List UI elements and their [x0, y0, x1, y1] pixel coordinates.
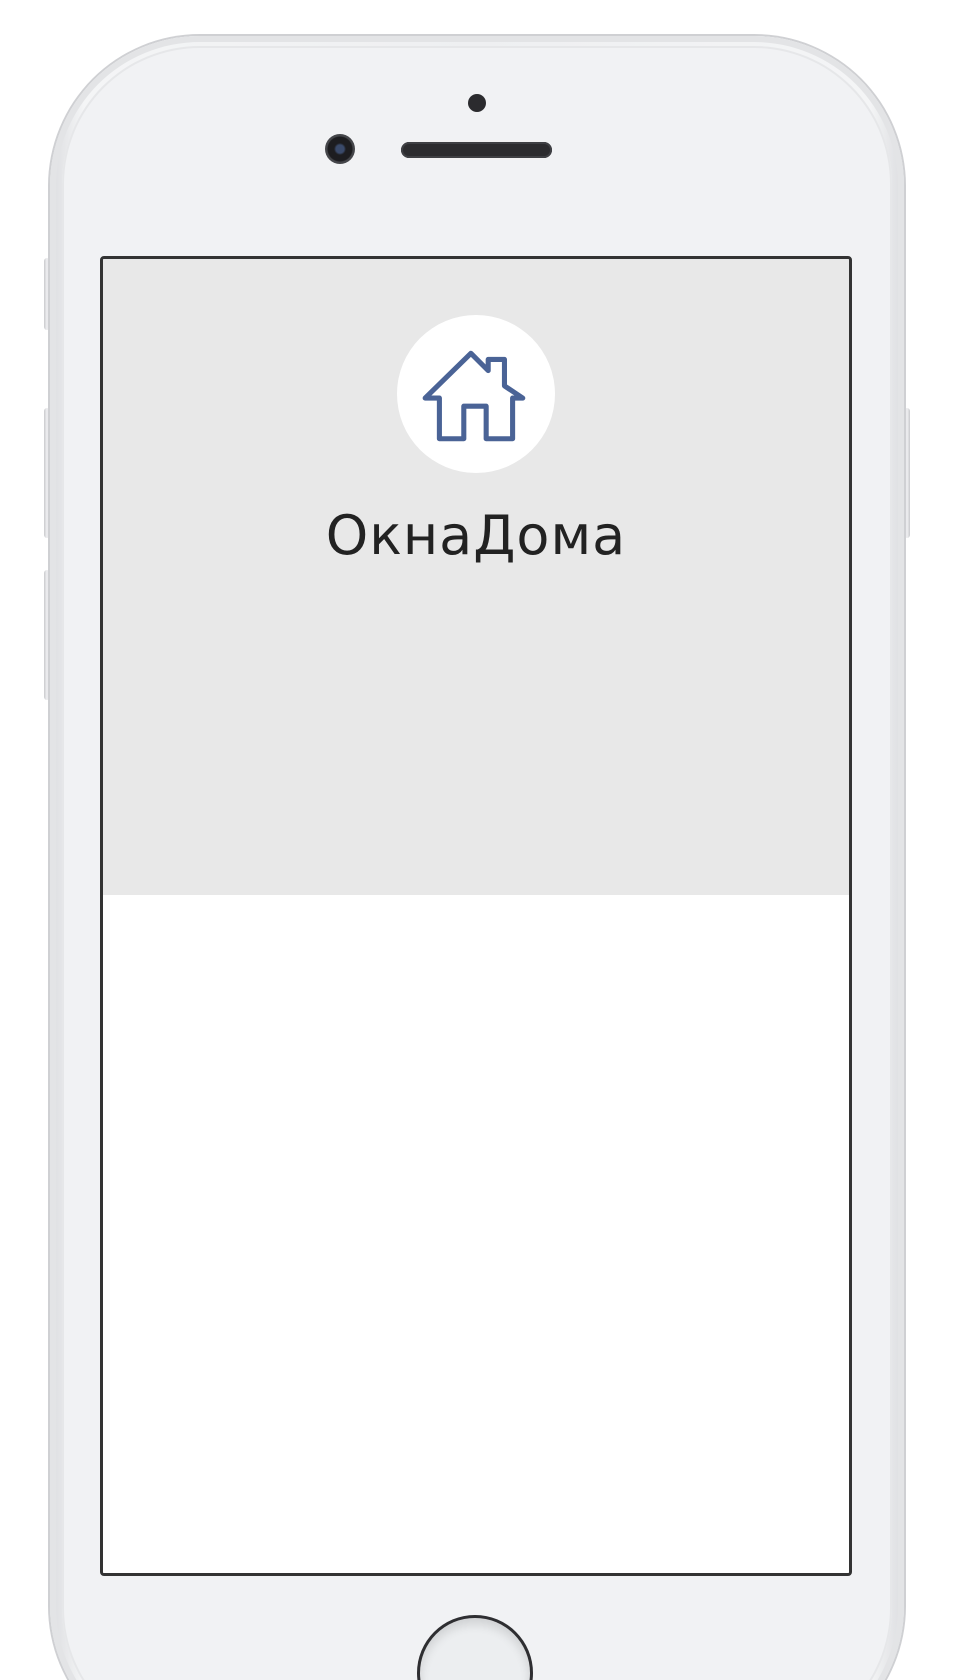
- front-camera: [325, 134, 355, 164]
- power-button: [904, 408, 910, 538]
- house-icon: [422, 350, 526, 442]
- proximity-sensor: [468, 94, 486, 112]
- brand-name: ОкнаДома: [325, 504, 627, 567]
- earpiece-speaker: [401, 142, 552, 158]
- phone-screen: ОкнаДома: [100, 256, 852, 1576]
- app-content-area: [103, 895, 849, 1573]
- app-logo: [397, 315, 555, 473]
- app-header: ОкнаДома: [103, 259, 849, 895]
- page-stage: ОкнаДома: [0, 0, 954, 1680]
